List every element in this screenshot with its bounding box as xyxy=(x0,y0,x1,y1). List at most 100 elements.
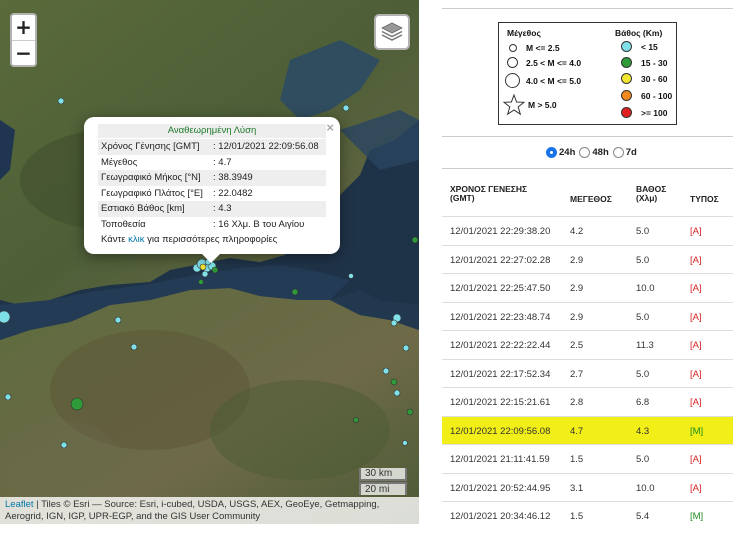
cell-type: [A] xyxy=(690,368,702,380)
cell-magnitude: 1.5 xyxy=(570,454,584,465)
popup-label: Τοποθεσία xyxy=(98,216,211,232)
popup-row: Τοποθεσία: 16 Χλμ. Β του Αιγίου xyxy=(98,216,326,232)
header-depth-line2: (Χλμ) xyxy=(636,193,658,203)
depth-color-icon xyxy=(621,90,632,101)
table-row[interactable]: 12/01/2021 22:27:02.28 2.9 5.0 [A] xyxy=(442,244,733,274)
table-row[interactable]: 12/01/2021 20:34:46.12 1.5 5.4 [M] xyxy=(442,501,733,530)
cell-type: [A] xyxy=(690,454,702,465)
cell-type: [A] xyxy=(690,311,702,323)
time-range-selector: 24h 48h 7d xyxy=(542,147,637,158)
table-row[interactable]: 12/01/2021 22:29:38.20 4.2 5.0 [A] xyxy=(442,216,733,245)
cell-magnitude: 2.8 xyxy=(570,397,584,408)
popup-label: Εστιακό Βάθος [km] xyxy=(98,201,211,217)
popup-value: : 4.3 xyxy=(210,201,326,217)
attribution-text: | Tiles © Esri — Source: Esri, i-cubed, … xyxy=(5,499,380,522)
cell-time: 12/01/2021 22:22:22.44 xyxy=(450,340,551,351)
radio-48h[interactable] xyxy=(579,147,591,158)
cell-type: [A] xyxy=(690,254,702,266)
divider xyxy=(442,136,733,137)
layers-button[interactable] xyxy=(374,14,410,50)
scale-mi: 20 mi xyxy=(359,482,407,495)
divider xyxy=(442,8,733,9)
leaflet-link[interactable]: Leaflet xyxy=(5,499,34,510)
cell-depth: 10.0 xyxy=(636,283,655,294)
cell-magnitude: 3.1 xyxy=(570,482,584,494)
legend-magnitude-title: Μέγεθος xyxy=(507,28,541,38)
cell-type: [A] xyxy=(690,340,702,351)
legend-mag-label: 2.5 < M <= 4.0 xyxy=(526,57,582,68)
header-magnitude: ΜΕΓΕΘΟΣ xyxy=(570,194,612,204)
popup-value: : 4.7 xyxy=(210,154,326,170)
label-48h[interactable]: 48h xyxy=(592,147,608,158)
label-24h[interactable]: 24h xyxy=(559,147,575,158)
header-depth: ΒΑΘΟΣ (Χλμ) xyxy=(636,185,666,203)
zoom-out-button[interactable]: − xyxy=(12,40,35,65)
cell-depth: 5.0 xyxy=(636,368,650,380)
table-row[interactable]: 12/01/2021 22:15:21.61 2.8 6.8 [A] xyxy=(442,387,733,416)
label-7d[interactable]: 7d xyxy=(626,147,637,158)
legend-mag-label: 4.0 < M <= 5.0 xyxy=(526,75,582,86)
cell-time: 12/01/2021 22:17:52.34 xyxy=(450,368,551,380)
popup-details: Χρόνος Γένησης [GMT]: 12/01/2021 22:09:5… xyxy=(98,139,326,232)
cell-type: [M] xyxy=(690,425,704,437)
cell-depth: 10.0 xyxy=(636,482,655,494)
divider xyxy=(442,168,733,169)
popup-close-button[interactable]: × xyxy=(326,120,334,135)
more-suffix: για περισσότερες πληροφορίες xyxy=(144,234,278,245)
cell-type: [A] xyxy=(690,482,702,494)
depth-color-icon xyxy=(621,41,632,52)
header-type: ΤΥΠΟΣ xyxy=(690,194,719,204)
table-row[interactable]: 12/01/2021 21:11:41.59 1.5 5.0 [A] xyxy=(442,444,733,473)
cell-time: 12/01/2021 21:11:41.59 xyxy=(450,454,550,465)
cell-time: 12/01/2021 22:25:47.50 xyxy=(450,283,551,294)
cell-depth: 5.0 xyxy=(636,226,650,237)
popup-row: Εστιακό Βάθος [km]: 4.3 xyxy=(98,201,326,217)
map-view[interactable]: + − × Αναθεωρημένη Λύση Χρόνος Γένησης [… xyxy=(0,0,419,524)
cell-time: 12/01/2021 20:34:46.12 xyxy=(450,511,551,522)
cell-time: 12/01/2021 22:23:48.74 xyxy=(450,311,551,323)
cell-type: [A] xyxy=(690,226,702,237)
more-info-link[interactable]: κλικ xyxy=(128,234,144,245)
popup-row: Γεωγραφικό Πλάτος [°E]: 22.0482 xyxy=(98,185,326,201)
radio-7d[interactable] xyxy=(612,147,624,158)
cell-magnitude: 4.2 xyxy=(570,226,584,237)
popup-label: Γεωγραφικό Πλάτος [°E] xyxy=(98,185,211,201)
mag-small-circle-icon xyxy=(509,44,517,52)
cell-type: [A] xyxy=(690,283,702,294)
cell-time: 12/01/2021 22:27:02.28 xyxy=(450,254,551,266)
table-row[interactable]: 12/01/2021 22:22:22.44 2.5 11.3 [A] xyxy=(442,330,733,359)
table-row[interactable]: 12/01/2021 22:17:52.34 2.7 5.0 [A] xyxy=(442,358,733,388)
table-row[interactable]: 12/01/2021 20:52:44.95 3.1 10.0 [A] xyxy=(442,472,733,502)
popup-value: : 12/01/2021 22:09:56.08 xyxy=(210,139,326,155)
more-prefix: Κάντε xyxy=(101,234,129,245)
popup-label: Γεωγραφικό Μήκος [°N] xyxy=(98,170,211,186)
legend-depth-title: Βάθος (Km) xyxy=(615,28,663,38)
zoom-in-button[interactable]: + xyxy=(12,15,35,40)
legend-depth-label: 30 - 60 xyxy=(641,73,668,84)
table-row[interactable]: 12/01/2021 22:25:47.50 2.9 10.0 [A] xyxy=(442,273,733,302)
cell-time: 12/01/2021 22:15:21.61 xyxy=(450,397,551,408)
popup-row: Γεωγραφικό Μήκος [°N]: 38.3949 xyxy=(98,170,326,186)
legend-mag-label: M <= 2.5 xyxy=(526,43,560,53)
cell-magnitude: 2.5 xyxy=(570,340,584,351)
zoom-control: + − xyxy=(10,13,37,67)
mag-large-circle-icon xyxy=(505,73,520,88)
popup-value: : 22.0482 xyxy=(210,185,326,201)
depth-color-icon xyxy=(621,107,632,118)
legend-depth-label: 15 - 30 xyxy=(641,57,668,68)
popup-label: Χρόνος Γένησης [GMT] xyxy=(98,139,211,155)
scale-km: 30 km xyxy=(359,468,407,481)
cell-time: 12/01/2021 22:09:56.08 xyxy=(450,425,551,437)
cell-depth: 5.0 xyxy=(636,254,650,266)
radio-24h[interactable] xyxy=(546,147,557,158)
popup-row: Μέγεθος: 4.7 xyxy=(98,154,326,170)
table-row[interactable]: 12/01/2021 22:23:48.74 2.9 5.0 [A] xyxy=(442,301,733,331)
table-row[interactable]: 12/01/2021 22:09:56.08 4.7 4.3 [M] xyxy=(442,415,733,444)
popup-title: Αναθεωρημένη Λύση xyxy=(98,124,326,138)
cell-time: 12/01/2021 22:29:38.20 xyxy=(450,226,551,237)
mag-medium-circle-icon xyxy=(507,57,518,68)
legend-depth-label: < 15 xyxy=(641,41,658,52)
popup-tip xyxy=(201,253,221,263)
header-time: ΧΡΟΝΟΣ ΓΕΝΕΣΗΣ (GMT) xyxy=(450,185,527,203)
popup-value: : 38.3949 xyxy=(210,170,326,186)
